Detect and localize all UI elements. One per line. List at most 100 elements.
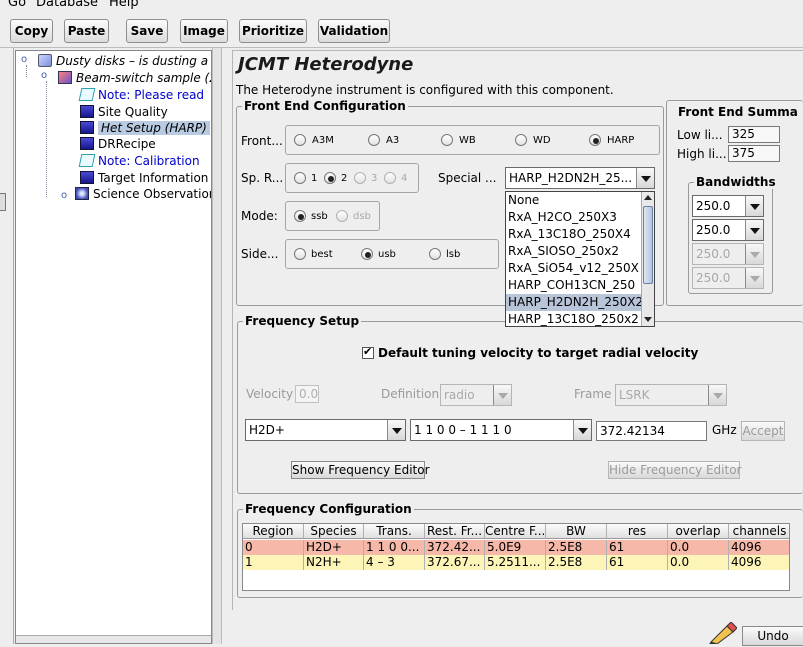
undo-button[interactable]: Undo	[742, 626, 803, 646]
chevron-down-icon[interactable]	[573, 420, 591, 440]
dropdown-option[interactable]: RxA_SIOSO_250x2	[506, 243, 642, 260]
copy-button[interactable]: Copy	[10, 19, 53, 43]
tree-node-het-setup[interactable]: Het Setup (HARP)	[80, 120, 210, 136]
radio-ssb[interactable]	[294, 210, 306, 222]
dropdown-option[interactable]: None	[506, 192, 642, 209]
tree-node-site-quality[interactable]: Site Quality	[80, 104, 168, 120]
dropdown-option[interactable]: HARP_COH13CN_250	[506, 277, 642, 294]
table-cell[interactable]: 1	[243, 555, 304, 570]
spectral-regions-radio-group: 1 2 3 4	[285, 163, 419, 193]
column-header[interactable]: Trans.	[364, 524, 425, 539]
tree-expander-icon[interactable]: o	[61, 190, 67, 201]
radio-harp[interactable]	[589, 134, 601, 146]
chevron-down-icon[interactable]	[387, 420, 405, 440]
collapse-handle[interactable]	[0, 193, 6, 211]
column-header[interactable]: BW	[546, 524, 607, 539]
column-header[interactable]: Centre F...	[485, 524, 546, 539]
table-cell[interactable]: 1 1 0 0...	[364, 540, 425, 555]
tree-horizontal-scrollbar[interactable]	[16, 635, 211, 643]
table-cell[interactable]: 0	[243, 540, 304, 555]
table-cell[interactable]: 61	[607, 540, 668, 555]
validation-button[interactable]: Validation	[318, 19, 390, 43]
tree-node-science-observation[interactable]: Science Observation	[75, 186, 211, 202]
tree-node-program[interactable]: Dusty disks – is dusting a	[38, 53, 208, 69]
radio-regions-1[interactable]	[294, 172, 306, 184]
table-cell[interactable]: 5.2511...	[485, 555, 546, 570]
bandwidth-combo-2[interactable]: 250.0	[692, 219, 764, 241]
chevron-down-icon[interactable]	[745, 196, 763, 216]
menu-database[interactable]: Database	[36, 0, 98, 10]
table-cell[interactable]: 2.5E8	[546, 540, 607, 555]
dropdown-option[interactable]: RxA_13C18O_250X4	[506, 226, 642, 243]
definition-label: Definition	[381, 387, 440, 401]
program-icon	[38, 54, 52, 67]
table-cell[interactable]: 61	[607, 555, 668, 570]
default-tuning-checkbox[interactable]	[362, 345, 374, 359]
radio-wd[interactable]	[515, 134, 527, 146]
tree-node-target-information[interactable]: Target Information	[80, 170, 208, 186]
species-combo[interactable]: H2D+	[245, 419, 406, 441]
column-header[interactable]: Region	[243, 524, 304, 539]
table-cell[interactable]: N2H+	[304, 555, 364, 570]
tree-node-drrecipe[interactable]: DRRecipe	[80, 136, 156, 152]
menu-help[interactable]: Help	[109, 0, 139, 10]
dropdown-option[interactable]: RxA_H2CO_250X3	[506, 209, 642, 226]
default-tuning-label: Default tuning velocity to target radial…	[378, 346, 699, 360]
chevron-down-icon[interactable]	[636, 168, 654, 188]
scroll-down-icon[interactable]	[644, 317, 652, 322]
table-cell[interactable]: 4096	[729, 540, 789, 555]
radio-usb[interactable]	[361, 248, 373, 260]
show-frequency-editor-button[interactable]: Show Frequency Editor	[291, 461, 430, 479]
table-cell[interactable]: 2.5E8	[546, 555, 607, 570]
table-cell[interactable]: 0.0	[668, 555, 729, 570]
high-limit-field: 375	[728, 145, 780, 162]
table-cell[interactable]: 372.42...	[425, 540, 485, 555]
radio-a3m[interactable]	[294, 134, 306, 146]
special-config-combo[interactable]: HARP_H2DN2H_25...	[505, 167, 655, 189]
save-button[interactable]: Save	[126, 19, 168, 43]
dropdown-option[interactable]: HARP_13C18O_250x2	[506, 311, 642, 326]
description-text: The Heterodyne instrument is configured …	[236, 83, 614, 97]
frequency-input[interactable]: 372.42134	[596, 421, 707, 441]
bandwidths-title: Bandwidths	[694, 175, 778, 189]
table-cell[interactable]: 372.67...	[425, 555, 485, 570]
column-header[interactable]: res	[607, 524, 668, 539]
frequency-configuration-table[interactable]: Region Species Trans. Rest. Fr... Centre…	[242, 523, 790, 591]
bandwidth-combo-1[interactable]: 250.0	[692, 195, 764, 217]
dropdown-scrollbar[interactable]	[641, 192, 654, 326]
dropdown-option[interactable]: RxA_SiO54_v12_250X	[506, 260, 642, 277]
column-header[interactable]: channels	[729, 524, 789, 539]
radio-wb[interactable]	[441, 134, 453, 146]
chevron-down-icon[interactable]	[745, 220, 763, 240]
table-cell[interactable]: 4 – 3	[364, 555, 425, 570]
special-config-dropdown[interactable]: None RxA_H2CO_250X3 RxA_13C18O_250X4 RxA…	[505, 191, 655, 327]
program-tree[interactable]: o o o Dusty disks – is dusting a Beam-sw…	[15, 50, 212, 644]
table-cell[interactable]: 0.0	[668, 540, 729, 555]
tree-node-note-calibration[interactable]: Note: Calibration	[78, 153, 200, 169]
component-icon	[80, 105, 94, 118]
column-header[interactable]: Rest. Fr...	[425, 524, 485, 539]
radio-a3[interactable]	[368, 134, 380, 146]
column-header[interactable]: Species	[304, 524, 364, 539]
tree-expander-icon[interactable]: o	[41, 70, 47, 81]
scrollbar-thumb[interactable]	[643, 206, 653, 284]
paste-button[interactable]: Paste	[64, 19, 109, 43]
radio-regions-2[interactable]	[324, 172, 336, 184]
dropdown-option-selected[interactable]: HARP_H2DN2H_250X2	[506, 294, 642, 311]
menu-go[interactable]: Go	[8, 0, 26, 10]
table-cell[interactable]: 4096	[729, 555, 789, 570]
frame-combo: LSRK	[615, 384, 727, 406]
table-cell[interactable]: H2D+	[304, 540, 364, 555]
radio-best[interactable]	[294, 248, 306, 260]
column-header[interactable]: overlap	[668, 524, 729, 539]
image-button[interactable]: Image	[180, 19, 228, 43]
tree-node-sample[interactable]: Beam-switch sample (2	[58, 70, 211, 86]
split-pane-divider[interactable]	[212, 48, 222, 644]
tree-node-note-read[interactable]: Note: Please read	[78, 87, 204, 103]
transition-combo[interactable]: 1 1 0 0 – 1 1 1 0	[410, 419, 592, 441]
prioritize-button[interactable]: Prioritize	[239, 19, 307, 43]
scroll-up-icon[interactable]	[644, 195, 652, 200]
tree-expander-icon[interactable]: o	[21, 54, 27, 65]
table-cell[interactable]: 5.0E9	[485, 540, 546, 555]
radio-lsb[interactable]	[429, 248, 441, 260]
